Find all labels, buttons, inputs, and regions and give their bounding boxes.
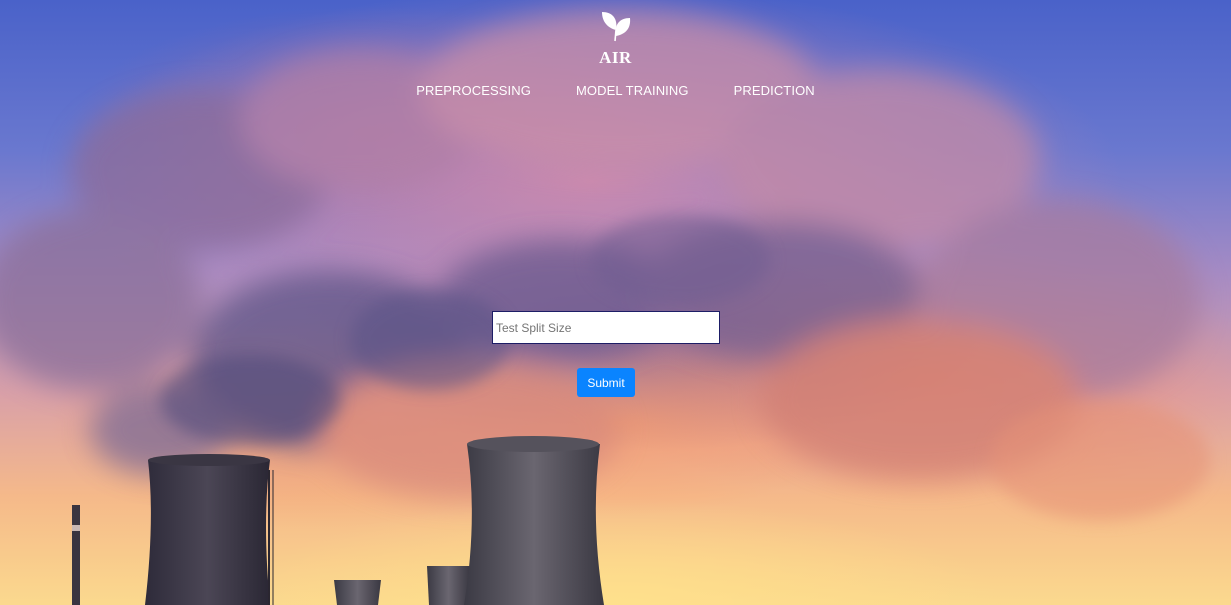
nav-model-training[interactable]: MODEL TRAINING [576, 83, 689, 98]
nav-preprocessing[interactable]: PREPROCESSING [416, 83, 531, 98]
brand-logo[interactable]: AIR [586, 8, 646, 68]
nav-prediction[interactable]: PREDICTION [734, 83, 815, 98]
submit-button[interactable]: Submit [577, 368, 635, 397]
brand-name: AIR [599, 48, 632, 67]
leaf-icon [601, 12, 630, 42]
main-nav: PREPROCESSING MODEL TRAINING PREDICTION [0, 83, 1231, 98]
split-form: Submit [492, 311, 720, 397]
test-split-size-input[interactable] [492, 311, 720, 344]
